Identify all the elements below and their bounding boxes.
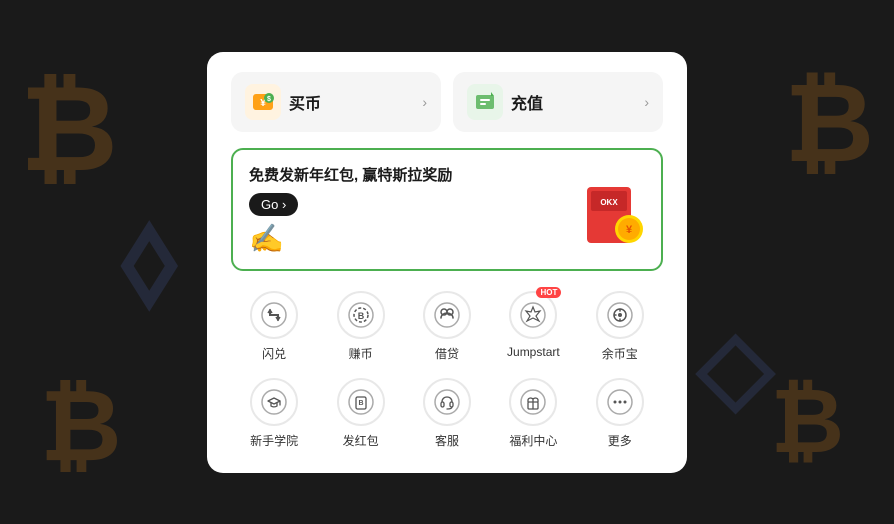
flash-exchange-label: 闪兑 — [262, 345, 286, 362]
top-row: ¥ $ 买币 › 充值 — [231, 72, 663, 132]
buy-coin-button[interactable]: ¥ $ 买币 › — [231, 72, 441, 132]
earn-coin-label: 赚币 — [349, 345, 373, 362]
cursor-icon: ✍ — [249, 223, 284, 254]
cursor-area: ✍ — [249, 222, 452, 255]
recharge-icon — [467, 84, 503, 120]
grid-row-1: 闪兑 B 赚币 — [231, 291, 663, 362]
welfare-icon — [509, 378, 557, 426]
svg-text:$: $ — [267, 96, 271, 103]
recharge-label: 充值 — [511, 90, 543, 114]
loan-label: 借贷 — [435, 345, 459, 362]
grid-item-red-packet[interactable]: B 发红包 — [325, 378, 397, 449]
banner-image: OKX ¥ — [581, 177, 645, 241]
more-label: 更多 — [608, 432, 632, 449]
flash-exchange-icon — [250, 291, 298, 339]
grid-item-earn-coin[interactable]: B 赚币 — [325, 291, 397, 362]
buy-coin-chevron: › — [422, 94, 427, 110]
grid-item-flash-exchange[interactable]: 闪兑 — [238, 291, 310, 362]
more-icon — [596, 378, 644, 426]
red-packet-label: 发红包 — [343, 432, 379, 449]
banner-content: 免费发新年红包, 赢特斯拉奖励 Go › ✍ — [249, 164, 452, 255]
go-button[interactable]: Go › — [249, 193, 298, 216]
svg-text:OKX: OKX — [600, 198, 618, 207]
grid-row-2: 新手学院 B 发红包 — [231, 378, 663, 449]
main-card: ¥ $ 买币 › 充值 — [207, 52, 687, 473]
red-packet-icon: B — [337, 378, 385, 426]
loan-icon — [423, 291, 471, 339]
savings-icon — [596, 291, 644, 339]
grid-section: 闪兑 B 赚币 — [231, 291, 663, 449]
banner[interactable]: 免费发新年红包, 赢特斯拉奖励 Go › ✍ OKX ¥ — [231, 148, 663, 271]
grid-item-loan[interactable]: 借贷 — [411, 291, 483, 362]
grid-item-savings[interactable]: 余币宝 — [584, 291, 656, 362]
svg-text:B: B — [358, 400, 363, 407]
recharge-chevron: › — [644, 94, 649, 110]
grid-item-academy[interactable]: 新手学院 — [238, 378, 310, 449]
grid-item-jumpstart[interactable]: HOT Jumpstart — [497, 291, 569, 362]
recharge-button[interactable]: 充值 › — [453, 72, 663, 132]
banner-text: 免费发新年红包, 赢特斯拉奖励 — [249, 164, 452, 185]
recharge-left: 充值 — [467, 84, 543, 120]
svg-text:¥: ¥ — [626, 224, 633, 236]
support-label: 客服 — [435, 432, 459, 449]
jumpstart-icon: HOT — [509, 291, 557, 339]
grid-item-welfare[interactable]: 福利中心 — [497, 378, 569, 449]
svg-text:B: B — [357, 311, 364, 321]
buy-coin-left: ¥ $ 买币 — [245, 84, 321, 120]
grid-item-support[interactable]: 客服 — [411, 378, 483, 449]
savings-label: 余币宝 — [602, 345, 638, 362]
grid-item-more[interactable]: 更多 — [584, 378, 656, 449]
academy-icon — [250, 378, 298, 426]
hot-badge: HOT — [536, 287, 561, 298]
buy-coin-icon: ¥ $ — [245, 84, 281, 120]
academy-label: 新手学院 — [250, 432, 298, 449]
earn-coin-icon: B — [337, 291, 385, 339]
support-icon — [423, 378, 471, 426]
welfare-label: 福利中心 — [509, 432, 557, 449]
jumpstart-label: Jumpstart — [507, 345, 560, 359]
buy-coin-label: 买币 — [289, 90, 321, 114]
